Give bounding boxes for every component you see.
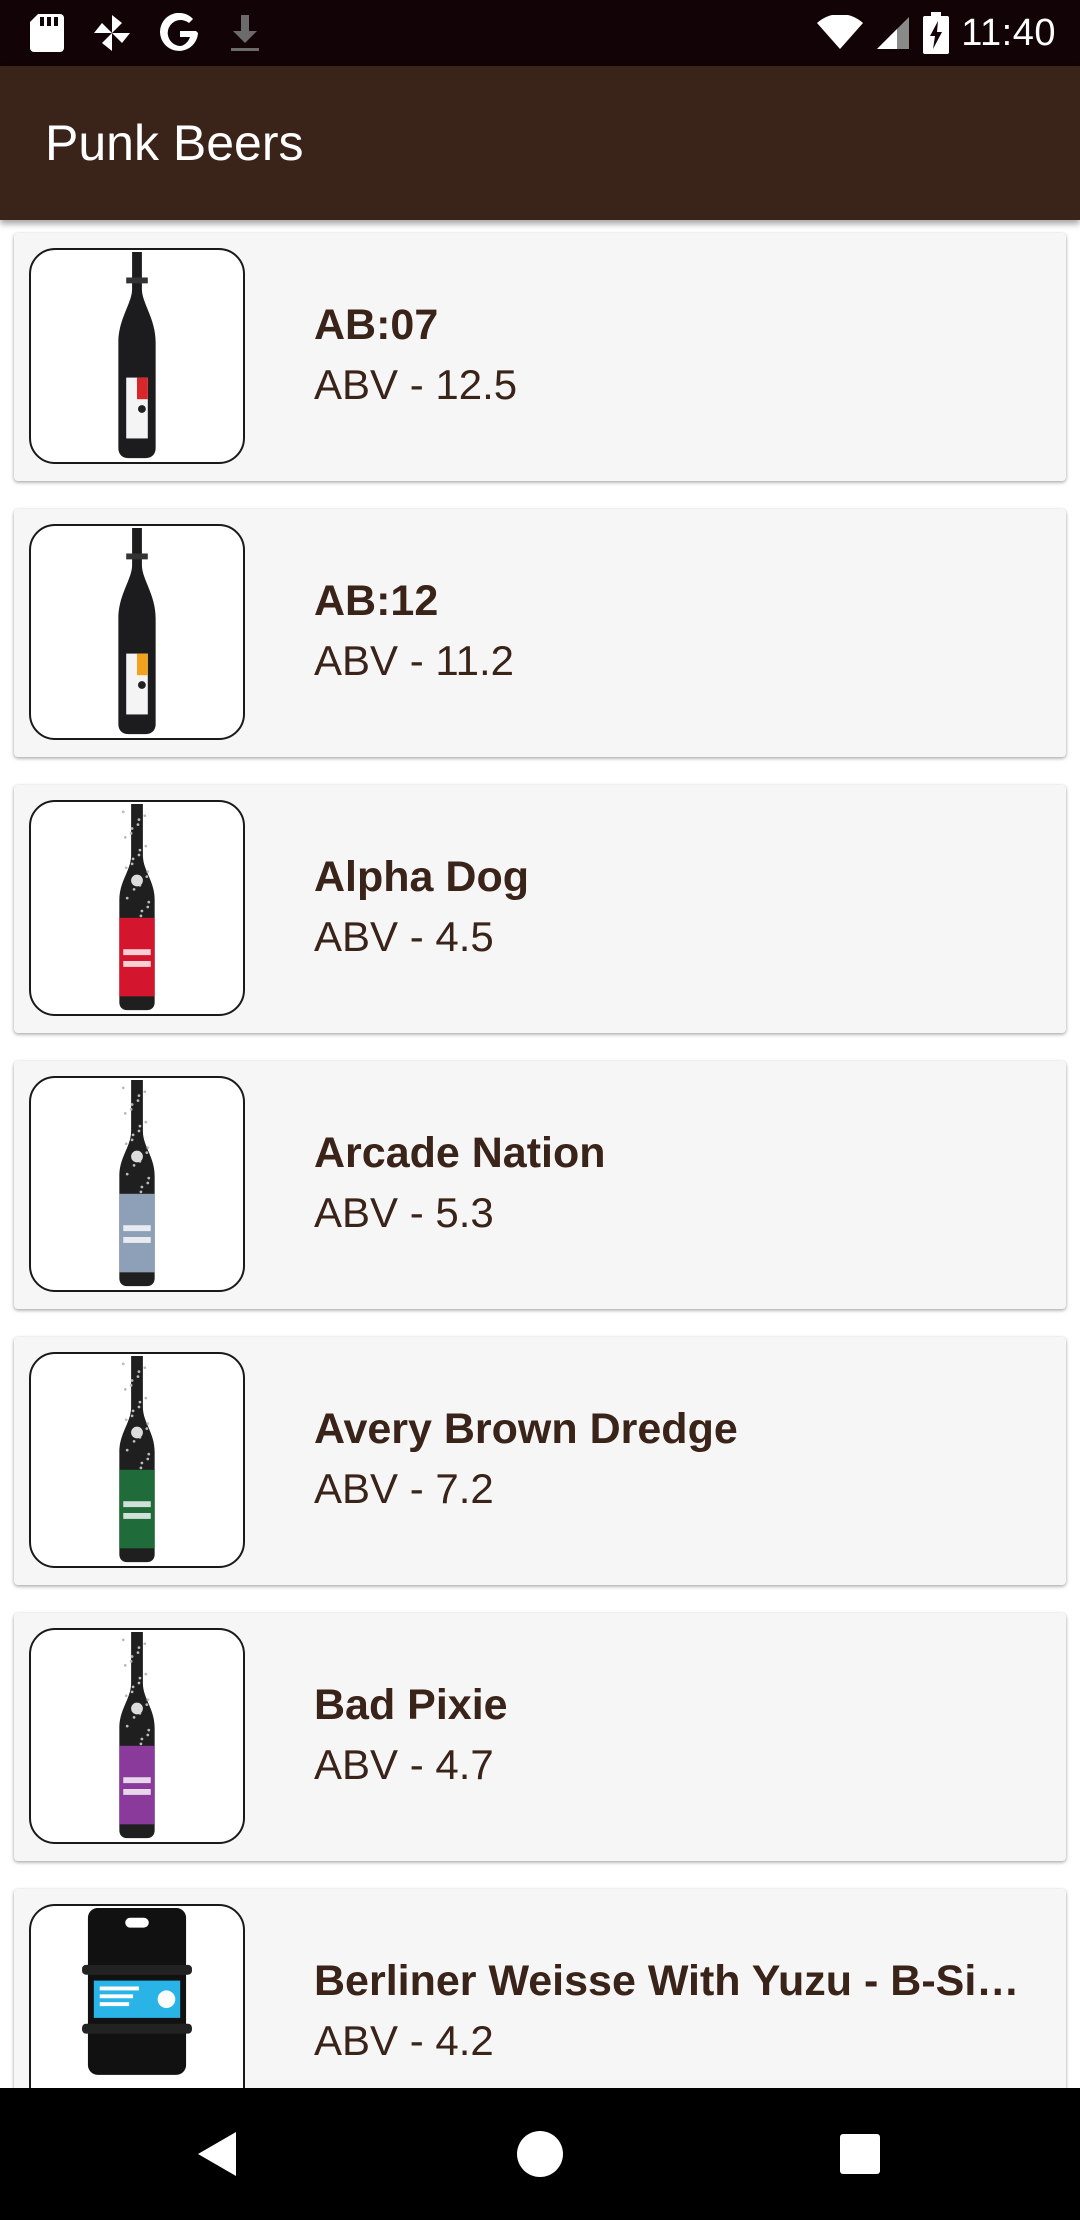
home-icon[interactable] [510,2124,570,2184]
beer-card[interactable]: Arcade Nation ABV - 5.3 [14,1061,1066,1309]
beer-abv: ABV - 4.2 [314,2017,494,2064]
page-title: Punk Beers [45,115,304,171]
status-bar: 11:40 [0,0,1080,66]
beer-list[interactable]: AB:07 ABV - 12.5 AB:12 ABV - 11.2 Alpha … [0,220,1080,2088]
beer-abv: ABV - 5.3 [314,1189,494,1236]
beer-name: Alpha Dog [314,853,529,901]
back-icon[interactable] [190,2124,250,2184]
beer-image [29,524,245,740]
beer-abv: ABV - 7.2 [314,1465,494,1512]
beer-abv: ABV - 4.7 [314,1741,494,1788]
beer-card[interactable]: Berliner Weisse With Yuzu - B-Sid… ABV -… [14,1889,1066,2088]
label-icon [119,1193,155,1273]
battery-charging-icon [923,12,950,54]
beer-card[interactable]: Bad Pixie ABV - 4.7 [14,1613,1066,1861]
beer-name: Berliner Weisse With Yuzu - B-Sid… [314,1957,1034,2005]
navigation-bar [0,2088,1080,2220]
beer-name: Avery Brown Dredge [314,1405,738,1453]
label-icon [119,1745,155,1825]
beer-card[interactable]: AB:12 ABV - 11.2 [14,509,1066,757]
sd-card-icon [30,14,64,52]
beer-card[interactable]: Alpha Dog ABV - 4.5 [14,785,1066,1033]
beer-name: AB:07 [314,301,439,349]
beer-image [29,1352,245,1568]
beer-card[interactable]: Avery Brown Dredge ABV - 7.2 [14,1337,1066,1585]
clock: 11:40 [961,11,1056,54]
beer-image [29,248,245,464]
beer-image [29,1076,245,1292]
pinwheel-icon [94,15,130,51]
wifi-icon [817,15,864,49]
google-icon [160,13,198,51]
beer-name: Bad Pixie [314,1681,508,1729]
beer-image [29,1904,245,2088]
beer-image [29,800,245,1016]
label-icon [119,1469,155,1549]
beer-abv: ABV - 11.2 [314,637,514,684]
signal-icon [877,17,910,49]
app-bar: Punk Beers [0,66,1080,220]
beer-abv: ABV - 4.5 [314,913,494,960]
beer-abv: ABV - 12.5 [314,361,518,408]
beer-name: AB:12 [314,577,439,625]
download-icon [231,15,259,51]
beer-name: Arcade Nation [314,1129,606,1177]
beer-image [29,1628,245,1844]
recents-icon[interactable] [830,2124,890,2184]
label-icon [119,917,155,997]
beer-card[interactable]: AB:07 ABV - 12.5 [14,233,1066,481]
